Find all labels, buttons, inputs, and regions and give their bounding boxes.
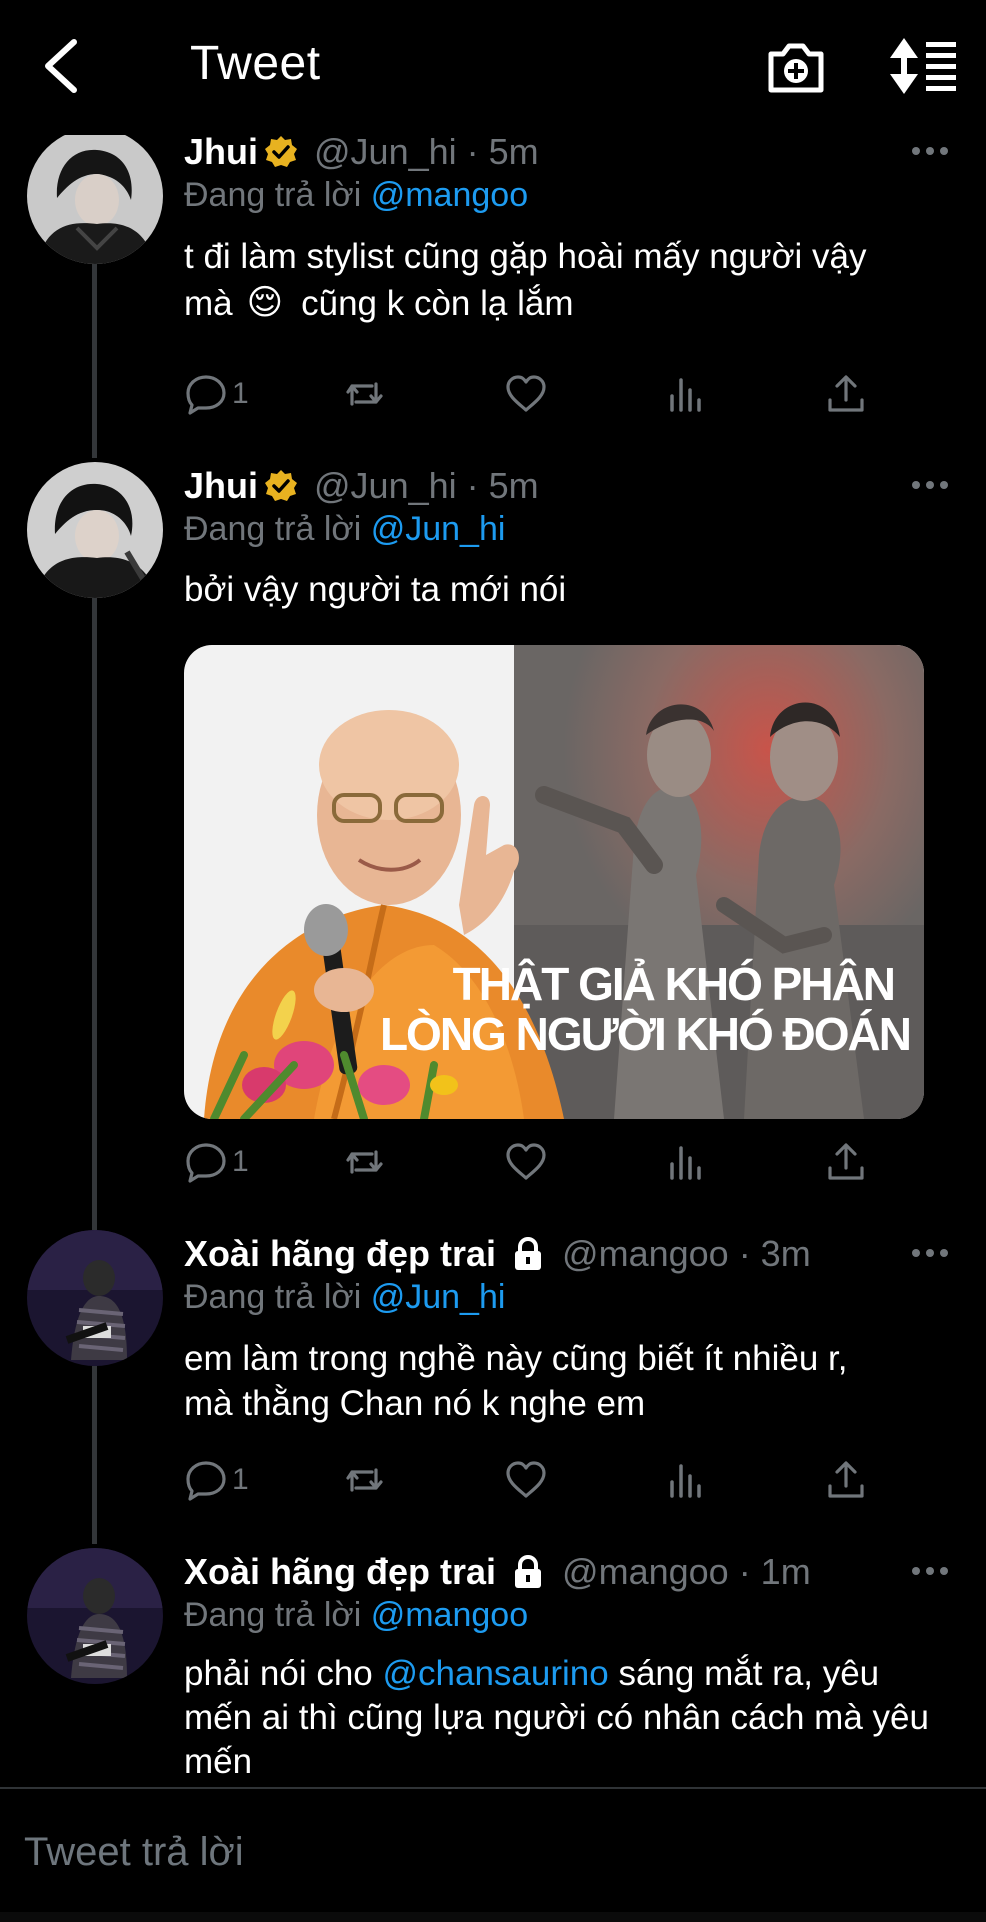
- handle-time: @Jun_hi · 5m: [314, 131, 539, 172]
- reply-input[interactable]: [22, 1829, 926, 1876]
- author-name[interactable]: Xoài hãng đẹp trai: [184, 1233, 496, 1275]
- lock-icon: [515, 1554, 542, 1588]
- sort-icon[interactable]: [888, 36, 958, 96]
- avatar[interactable]: [27, 1548, 163, 1684]
- share-button[interactable]: [824, 1458, 868, 1502]
- replying-to: Đang trả lời @mangoo: [184, 1596, 529, 1634]
- tweet-text: t đi làm stylist cũng gặp hoài mấy người…: [184, 233, 954, 327]
- tweet-text: em làm trong nghề này cũng biết ít nhiều…: [184, 1339, 848, 1423]
- handle-time: @mangoo · 1m: [562, 1551, 811, 1592]
- verified-badge-icon: [265, 136, 298, 167]
- views-button[interactable]: [664, 1458, 708, 1502]
- reply-button[interactable]: 1: [184, 1458, 249, 1502]
- reply-count: 1: [232, 1463, 249, 1496]
- avatar[interactable]: [27, 128, 163, 264]
- retweet-icon: [346, 1468, 383, 1492]
- author-name[interactable]: Xoài hãng đẹp trai: [184, 1551, 496, 1593]
- composer-bottom-edge: [0, 1912, 986, 1922]
- action-bar: 1: [184, 1458, 884, 1508]
- share-button[interactable]: [824, 372, 868, 416]
- thread-line: [92, 1366, 97, 1544]
- reply-button[interactable]: 1: [184, 372, 249, 416]
- author-row: Xoài hãng đẹp trai @mangoo · 3m: [184, 1233, 811, 1275]
- handle-time: @mangoo · 3m: [562, 1233, 811, 1274]
- reply-composer: [0, 1787, 986, 1922]
- retweet-icon: [346, 382, 383, 406]
- heart-icon: [506, 1461, 546, 1498]
- tweet-image[interactable]: THẬT GIẢ KHÓ PHÂN LÒNG NGƯỜI KHÓ ĐOÁN: [184, 645, 924, 1119]
- share-button[interactable]: [824, 1140, 868, 1184]
- retweet-button[interactable]: [342, 372, 386, 416]
- retweet-icon: [346, 1150, 383, 1174]
- relieved-face-emoji: 😌: [246, 283, 284, 323]
- replying-to: Đang trả lời @mangoo: [184, 176, 529, 214]
- author-row: Jhui @Jun_hi · 5m: [184, 131, 539, 173]
- more-icon[interactable]: [910, 1246, 950, 1260]
- thread-line: [92, 598, 97, 1230]
- image-caption-line1: THẬT GIẢ KHÓ PHÂN: [452, 958, 896, 1010]
- views-button[interactable]: [664, 1140, 708, 1184]
- heart-icon: [506, 375, 546, 412]
- like-button[interactable]: [504, 372, 548, 416]
- reply-icon: [186, 1461, 226, 1501]
- reply-icon: [186, 375, 226, 415]
- replying-to: Đang trả lời @Jun_hi: [184, 1278, 506, 1316]
- like-button[interactable]: [504, 1140, 548, 1184]
- more-icon[interactable]: [910, 1564, 950, 1578]
- chevron-left-icon[interactable]: [38, 36, 88, 96]
- mention-link[interactable]: @mangoo: [371, 176, 528, 214]
- analytics-icon: [670, 378, 701, 412]
- avatar[interactable]: [27, 1230, 163, 1366]
- thread-line: [92, 262, 97, 458]
- tweet-text: bởi vậy người ta mới nói: [184, 570, 567, 609]
- mention-link[interactable]: @Jun_hi: [371, 1278, 506, 1316]
- reply-button[interactable]: 1: [184, 1140, 249, 1184]
- reply-count: 1: [232, 1145, 249, 1178]
- retweet-button[interactable]: [342, 1140, 386, 1184]
- author-row: Jhui @Jun_hi · 5m: [184, 465, 539, 507]
- reply-icon: [186, 1143, 226, 1183]
- author-name[interactable]: Jhui: [184, 131, 258, 173]
- image-caption-line2: LÒNG NGƯỜI KHÓ ĐOÁN: [379, 1008, 912, 1060]
- author-row: Xoài hãng đẹp trai @mangoo · 1m: [184, 1551, 811, 1593]
- more-icon[interactable]: [910, 478, 950, 492]
- page-title: Tweet: [190, 37, 321, 90]
- mention-link[interactable]: @mangoo: [371, 1596, 528, 1634]
- like-button[interactable]: [504, 1458, 548, 1502]
- share-icon: [828, 1461, 864, 1498]
- more-icon[interactable]: [910, 144, 950, 158]
- share-icon: [828, 1143, 864, 1180]
- analytics-icon: [670, 1146, 701, 1180]
- retweet-button[interactable]: [342, 1458, 386, 1502]
- reply-count: 1: [232, 377, 249, 410]
- lock-icon: [515, 1236, 542, 1270]
- share-icon: [828, 375, 864, 412]
- handle-time: @Jun_hi · 5m: [314, 465, 539, 506]
- author-name[interactable]: Jhui: [184, 465, 258, 507]
- mention-link[interactable]: @chansaurino: [383, 1654, 609, 1693]
- camera-add-icon[interactable]: [765, 38, 827, 96]
- views-button[interactable]: [664, 372, 708, 416]
- verified-badge-icon: [265, 470, 298, 501]
- heart-icon: [506, 1143, 546, 1180]
- mention-link[interactable]: @Jun_hi: [371, 510, 506, 548]
- replying-to: Đang trả lời @Jun_hi: [184, 510, 506, 548]
- action-bar: 1: [184, 1140, 884, 1190]
- avatar[interactable]: [27, 462, 163, 598]
- tweet-text: phải nói cho @chansaurino sáng mắt ra, y…: [184, 1654, 929, 1781]
- action-bar: 1: [184, 372, 884, 422]
- analytics-icon: [670, 1464, 701, 1498]
- top-bar: Tweet: [0, 0, 986, 135]
